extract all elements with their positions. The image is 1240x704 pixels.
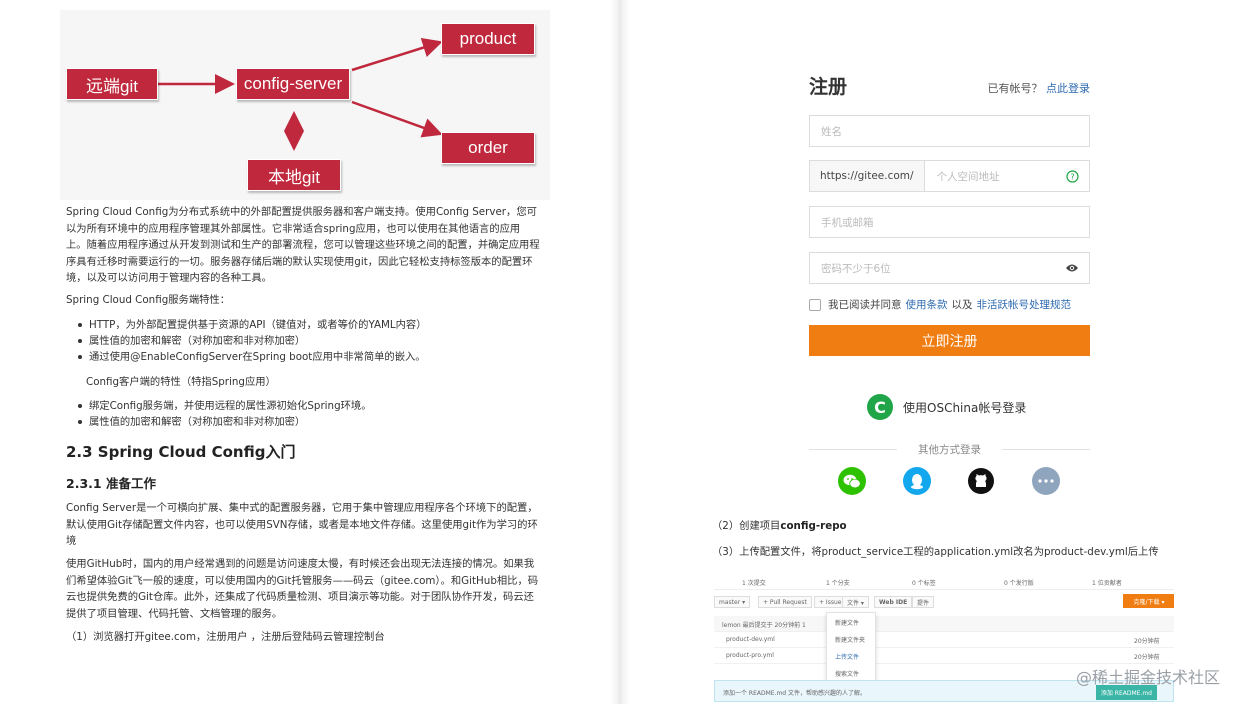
file-name[interactable]: product-dev.yml [726, 636, 775, 643]
client-features-title: Config客户端的特性（特指Spring应用） [86, 376, 276, 388]
file-dropdown-menu: 新建文件 新建文件夹 上传文件 搜索文件 [826, 612, 876, 686]
and-text: 以及 [951, 299, 973, 311]
agree-text: 我已阅读并同意 [828, 299, 902, 311]
file-name[interactable]: product-pro.yml [726, 652, 774, 659]
box-remote-git: 远端git [66, 68, 158, 100]
oschina-login-text: 使用OSChina帐号登录 [903, 400, 1027, 415]
pull-request-button[interactable]: + Pull Request [758, 596, 812, 608]
login-link[interactable]: 点此登录 [1046, 82, 1090, 95]
list-item: 属性值的加密和解密（对称加密和非对称加密） [76, 414, 536, 430]
left-page: 远端git config-server product order 本地git … [0, 0, 610, 704]
readme-text: 添加一个 README.md 文件，帮助感兴趣的人了解。 [723, 690, 867, 697]
step2-text: （2）创建项目config-repo [712, 517, 847, 532]
table-row[interactable]: product-dev.yml 20分钟前 [714, 632, 1174, 648]
menu-item-upload-file[interactable]: 上传文件 [827, 647, 875, 664]
oschina-icon: C [867, 394, 893, 420]
svg-text:?: ? [1070, 173, 1074, 182]
step2-prefix: （2）创建项目 [712, 520, 781, 532]
box-order: order [441, 132, 535, 164]
step1-text: （1）浏览器打开gitee.com，注册用户 ，注册后登陆码云管理控制台 [66, 631, 385, 643]
menu-item-new-file[interactable]: 新建文件 [827, 613, 875, 630]
config-server-paragraph: Config Server是一个可横向扩展、集中式的配置服务器，它用于集中管理应… [66, 502, 538, 547]
submit-button[interactable]: 提件 [912, 596, 935, 608]
list-item: HTTP，为外部配置提供基于资源的API（键值对，或者等价的YAML内容） [76, 317, 536, 333]
arrow-server-to-order [351, 100, 443, 138]
branches-stat: 1 个分支 [826, 580, 850, 587]
phone-email-input[interactable]: 手机或邮箱 [809, 206, 1090, 238]
file-time: 20分钟前 [1134, 638, 1160, 645]
server-features-list: HTTP，为外部配置提供基于资源的API（键值对，或者等价的YAML内容） 属性… [76, 317, 536, 365]
password-input[interactable]: 密码不少于6位 [809, 252, 1090, 284]
help-circle-icon[interactable]: ? [1066, 170, 1079, 186]
branch-select[interactable]: master ▾ [714, 596, 751, 608]
menu-item-search-file[interactable]: 搜索文件 [827, 664, 875, 681]
qq-icon[interactable] [903, 467, 931, 495]
eye-icon[interactable] [1065, 262, 1079, 277]
clone-download-button[interactable]: 克隆/下载 ▾ [1123, 594, 1174, 608]
login-prompt: 已有帐号？ 点此登录 [988, 80, 1091, 96]
list-item: 属性值的加密和解密（对称加密和非对称加密） [76, 333, 536, 349]
agree-checkbox[interactable] [809, 298, 821, 311]
list-item: 通过使用@EnableConfigServer在Spring boot应用中非常… [76, 349, 536, 365]
repo-stats-bar: 1 次提交 1 个分支 0 个标签 0 个发行版 1 位贡献者 [714, 576, 1174, 590]
menu-item-new-folder[interactable]: 新建文件夹 [827, 630, 875, 647]
page-gutter [610, 0, 630, 704]
github-icon[interactable] [967, 467, 995, 495]
table-row[interactable]: product-pro.yml 20分钟前 [714, 648, 1174, 664]
policy-link[interactable]: 非活跃帐号处理规范 [977, 297, 1072, 312]
box-config-server: config-server [236, 68, 350, 100]
commits-stat: 1 次提交 [742, 580, 766, 587]
register-title: 注册 [809, 76, 848, 98]
arrow-server-to-product [351, 37, 443, 72]
step2-project-name: config-repo [780, 520, 847, 532]
space-address-input[interactable]: https://gitee.com/ 个人空间地址 ? [809, 160, 1090, 192]
commit-info: lemon 最后提交于 20分钟前 1 [722, 622, 806, 629]
commit-row: lemon 最后提交于 20分钟前 1 [714, 616, 1174, 632]
gitee-paragraph: 使用GitHub时，国内的用户经常遇到的问题是访问速度太慢，有时候还会出现无法连… [66, 558, 539, 620]
web-ide-button[interactable]: Web IDE [874, 596, 913, 608]
register-button[interactable]: 立即注册 [809, 325, 1090, 356]
has-account-text: 已有帐号？ [987, 82, 1043, 95]
phone-placeholder: 手机或邮箱 [821, 216, 874, 229]
oschina-login-link[interactable]: C 使用OSChina帐号登录 [867, 394, 1026, 420]
subsection-heading: 2.3.1 准备工作 [66, 476, 156, 491]
other-login-divider: 其他方式登录 [809, 442, 1090, 457]
architecture-diagram: 远端git config-server product order 本地git [60, 10, 550, 200]
password-placeholder: 密码不少于6位 [821, 262, 891, 275]
file-menu-button[interactable]: 文件 ▾ [842, 596, 869, 608]
right-page: 注册 已有帐号？ 点此登录 姓名 https://gitee.com/ 个人空间… [630, 0, 1240, 704]
space-placeholder: 个人空间地址 [936, 170, 1000, 183]
step3-text: （3）上传配置文件，将product_service工程的application… [712, 546, 1159, 558]
list-item: 绑定Config服务端，并使用远程的属性源初始化Spring环境。 [76, 398, 536, 414]
wechat-icon[interactable] [838, 467, 866, 495]
section-heading: 2.3 Spring Cloud Config入门 [66, 443, 296, 461]
server-features-title: Spring Cloud Config服务端特性： [66, 294, 231, 306]
terms-link[interactable]: 使用条款 [906, 297, 948, 312]
client-features-list: 绑定Config服务端，并使用远程的属性源初始化Spring环境。 属性值的加密… [76, 398, 536, 430]
file-time: 20分钟前 [1134, 654, 1160, 661]
name-input[interactable]: 姓名 [809, 115, 1090, 147]
name-placeholder: 姓名 [821, 125, 842, 138]
box-local-git: 本地git [247, 159, 341, 191]
url-prefix: https://gitee.com/ [810, 161, 925, 191]
box-product: product [441, 23, 535, 55]
more-icon[interactable] [1032, 467, 1060, 495]
tags-stat: 0 个标签 [912, 580, 936, 587]
contributors-stat: 1 位贡献者 [1092, 580, 1122, 587]
intro-paragraph: Spring Cloud Config为分布式系统中的外部配置提供服务器和客户端… [66, 206, 540, 284]
terms-agreement: 我已阅读并同意 使用条款 以及 非活跃帐号处理规范 [809, 297, 1071, 312]
watermark: @稀土掘金技术社区 [1075, 668, 1220, 687]
releases-stat: 0 个发行版 [1004, 580, 1034, 587]
